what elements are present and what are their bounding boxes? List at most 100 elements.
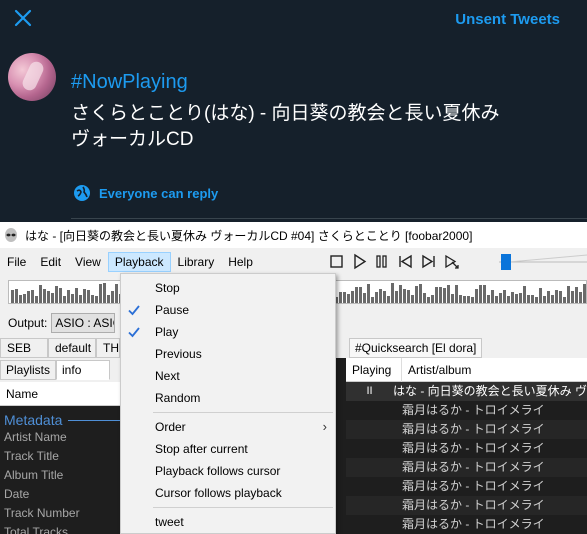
tweet-text-line-2[interactable]: ヴォーカルCD [71, 124, 193, 151]
playing-indicator [346, 401, 402, 420]
play-icon[interactable] [351, 253, 368, 270]
playing-indicator [346, 439, 402, 458]
spectrum-bar [447, 285, 450, 303]
seek-bar[interactable] [497, 253, 587, 271]
metadata-field: Track Title [4, 449, 59, 463]
spectrum-bar [403, 289, 406, 303]
spectrum-bar [407, 290, 410, 303]
track-text: 霜月はるか - トロイメライ [402, 498, 545, 512]
stop-icon[interactable] [328, 253, 345, 270]
spectrum-bar [343, 292, 346, 303]
globe-icon [74, 185, 90, 201]
menu-separator [153, 412, 333, 413]
menu-help[interactable]: Help [221, 252, 260, 272]
spectrum-bar [55, 286, 58, 303]
tab-default[interactable]: default [48, 338, 96, 358]
spectrum-bar [423, 293, 426, 303]
spectrum-bar [103, 283, 106, 303]
menu-item-playback-follows-cursor[interactable]: Playback follows cursor [121, 460, 335, 482]
metadata-field: Total Tracks [4, 525, 69, 534]
divider [71, 218, 587, 219]
menu-item-random[interactable]: Random [121, 387, 335, 409]
menu-file[interactable]: File [0, 252, 33, 272]
menu-item-next[interactable]: Next [121, 365, 335, 387]
hashtag-text[interactable]: #NowPlaying [71, 71, 188, 94]
spectrum-bar [399, 285, 402, 303]
column-artist-album[interactable]: Artist/album [402, 358, 477, 382]
track-text: はな - 向日葵の教会と長い夏休み ヴ [393, 384, 587, 398]
menu-item-stop[interactable]: Stop [121, 277, 335, 299]
spectrum-bar [59, 288, 62, 303]
menu-item-stop-after-current[interactable]: Stop after current [121, 438, 335, 460]
close-icon[interactable] [12, 7, 34, 29]
menu-item-pause[interactable]: Pause [121, 299, 335, 321]
pause-icon[interactable] [374, 253, 391, 270]
spectrum-bar [451, 294, 454, 303]
menu-item-order[interactable]: Order › [121, 416, 335, 438]
tab-info[interactable]: info [56, 360, 111, 380]
spectrum-bar [47, 291, 50, 303]
menu-item-cursor-follows-playback[interactable]: Cursor follows playback [121, 482, 335, 504]
spectrum-bar [371, 297, 374, 303]
submenu-arrow-icon: › [322, 419, 327, 434]
track-text: 霜月はるか - トロイメライ [402, 422, 545, 436]
next-icon[interactable] [420, 253, 437, 270]
name-column-header[interactable]: Name [0, 382, 122, 406]
table-row[interactable]: II はな - 向日葵の教会と長い夏休み ヴ [346, 382, 587, 401]
output-device-dropdown[interactable]: ASIO : ASIO [51, 313, 116, 333]
menu-item-label: Stop after current [155, 442, 248, 456]
menu-bar: File Edit View Playback Library Help [0, 251, 260, 273]
unsent-tweets-button[interactable]: Unsent Tweets [455, 11, 560, 28]
spectrum-bar [99, 284, 102, 303]
table-row[interactable]: 霜月はるか - トロイメライ [346, 401, 587, 420]
column-playing[interactable]: Playing [346, 357, 402, 382]
left-panel-tabs: Playlists info [0, 360, 111, 380]
track-text: 霜月はるか - トロイメライ [402, 517, 545, 531]
tab-quicksearch[interactable]: #Quicksearch [El dora] [349, 338, 483, 358]
tab-playlists[interactable]: Playlists [0, 360, 57, 380]
spectrum-bar [579, 292, 582, 303]
spectrum-bar [547, 291, 550, 303]
table-row[interactable]: 霜月はるか - トロイメライ [346, 420, 587, 439]
menu-item-tweet[interactable]: tweet [121, 511, 335, 533]
table-row[interactable]: 霜月はるか - トロイメライ [346, 496, 587, 515]
spectrum-bar [115, 284, 118, 303]
reply-setting-button[interactable]: Everyone can reply [73, 184, 218, 202]
table-row[interactable]: 霜月はるか - トロイメライ [346, 515, 587, 534]
spectrum-bar [15, 289, 18, 303]
menu-view[interactable]: View [68, 252, 108, 272]
spectrum-bar [527, 295, 530, 303]
spectrum-bar [571, 291, 574, 303]
spectrum-bar [535, 297, 538, 303]
table-row[interactable]: 霜月はるか - トロイメライ [346, 439, 587, 458]
table-row[interactable]: 霜月はるか - トロイメライ [346, 458, 587, 477]
spectrum-bar [415, 286, 418, 303]
metadata-field: Artist Name [4, 430, 67, 444]
menu-library[interactable]: Library [171, 252, 222, 272]
previous-icon[interactable] [397, 253, 414, 270]
spectrum-bar [419, 284, 422, 303]
output-selector: Output: ASIO : ASIO [0, 312, 116, 334]
spectrum-bar [363, 293, 366, 303]
spectrum-bar [395, 291, 398, 303]
spectrum-bar [111, 291, 114, 303]
tab-th[interactable]: TH [96, 338, 120, 358]
metadata-field: Album Title [4, 468, 64, 482]
menu-item-play[interactable]: Play [121, 321, 335, 343]
tweet-text-line-1[interactable]: さくらとことり(はな) - 向日葵の教会と長い夏休み [71, 98, 500, 125]
menu-edit[interactable]: Edit [33, 252, 68, 272]
menu-item-label: Previous [155, 347, 202, 361]
tab-seb[interactable]: SEB [0, 338, 48, 358]
spectrum-bar [107, 295, 110, 303]
spectrum-bar [71, 294, 74, 303]
spectrum-bar [39, 285, 42, 303]
spectrum-bar [435, 287, 438, 303]
table-row[interactable]: 霜月はるか - トロイメライ [346, 477, 587, 496]
spectrum-bar [563, 297, 566, 303]
menu-item-previous[interactable]: Previous [121, 343, 335, 365]
spectrum-bar [467, 296, 470, 303]
spectrum-bar [503, 290, 506, 303]
random-icon[interactable] [443, 253, 460, 270]
avatar[interactable] [8, 53, 56, 101]
menu-playback[interactable]: Playback [107, 252, 171, 272]
